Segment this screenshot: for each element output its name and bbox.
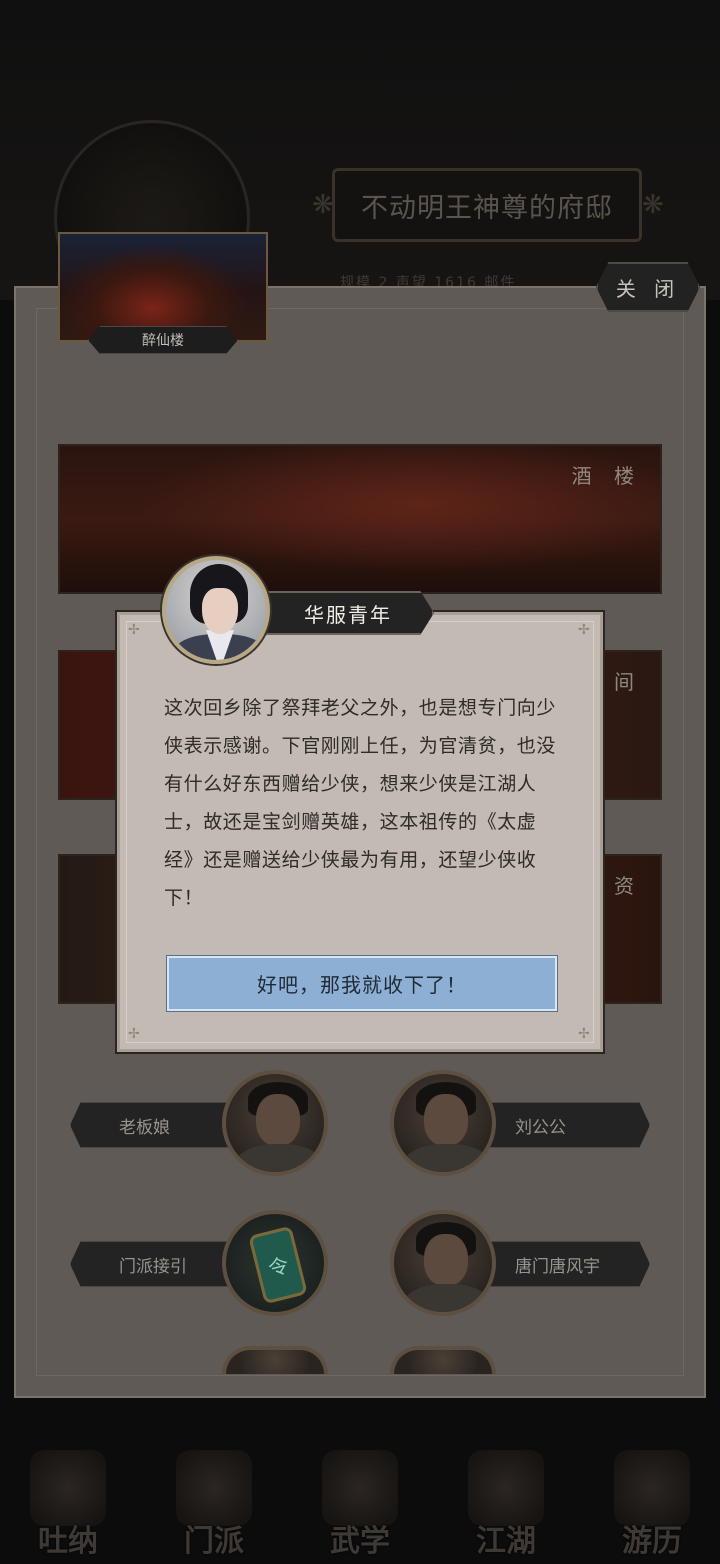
- npc-portrait-tang-fengyu[interactable]: [390, 1210, 496, 1316]
- npc-tag-tang-fengyu[interactable]: 唐门唐风宇: [470, 1241, 650, 1287]
- portrait-body: [402, 1284, 492, 1312]
- location-name: 醉仙楼: [88, 326, 238, 354]
- nav-label: 游历: [622, 1524, 682, 1559]
- corner-ornament-icon: ✢: [578, 622, 590, 638]
- meditation-icon: [30, 1450, 106, 1526]
- nav-jianghu[interactable]: 江湖: [456, 1450, 556, 1559]
- speaker-portrait: [162, 556, 270, 664]
- portrait-face: [202, 588, 238, 634]
- npc-portrait-proprietress[interactable]: [222, 1070, 328, 1176]
- jianghu-icon: [468, 1450, 544, 1526]
- portrait-face: [424, 1094, 468, 1146]
- corner-ornament-icon: ✢: [578, 1026, 590, 1042]
- npc-portrait-sect-guide[interactable]: 令: [222, 1210, 328, 1316]
- nav-label: 江湖: [476, 1524, 536, 1559]
- place-card-inn[interactable]: 酒 楼: [58, 444, 662, 594]
- nav-sect[interactable]: 门派: [164, 1450, 264, 1559]
- nav-label: 吐纳: [38, 1524, 98, 1559]
- dialog-box: ✢ ✢ ✢ ✢ 这次回乡除了祭拜老父之外，也是想专门向少侠表示感谢。下官刚刚上任…: [117, 612, 603, 1052]
- nav-travel[interactable]: 游历: [602, 1450, 702, 1559]
- npc-portrait-partial[interactable]: [390, 1346, 496, 1374]
- npc-tag-eunuch-liu[interactable]: 刘公公: [470, 1102, 650, 1148]
- dialog-text: 这次回乡除了祭拜老父之外，也是想专门向少侠表示感谢。下官刚刚上任，为官清贫，也没…: [164, 697, 557, 909]
- corner-ornament-icon: ✢: [128, 622, 140, 638]
- npc-name: 刘公公: [515, 1117, 566, 1138]
- travel-icon: [614, 1450, 690, 1526]
- nav-label: 武学: [330, 1524, 390, 1559]
- martial-arts-icon: [322, 1450, 398, 1526]
- token-icon: 令: [248, 1225, 308, 1305]
- npc-portrait-partial[interactable]: [222, 1346, 328, 1374]
- nav-meditation[interactable]: 吐纳: [18, 1450, 118, 1559]
- speaker-name: 华服青年: [262, 591, 434, 635]
- corner-ornament-icon: ✢: [128, 1026, 140, 1042]
- nav-label: 门派: [184, 1524, 244, 1559]
- close-button[interactable]: 关 闭: [596, 262, 700, 312]
- nav-martial-arts[interactable]: 武学: [310, 1450, 410, 1559]
- portrait-body: [234, 1144, 324, 1172]
- npc-name: 唐门唐风宇: [515, 1256, 600, 1277]
- npc-name: 门派接引: [119, 1256, 187, 1277]
- bottom-nav: 吐纳 门派 武学 江湖 游历: [0, 1430, 720, 1564]
- npc-portrait-eunuch-liu[interactable]: [390, 1070, 496, 1176]
- confirm-button[interactable]: 好吧，那我就收下了！: [167, 956, 557, 1011]
- sect-icon: [176, 1450, 252, 1526]
- mansion-title: 不动明王神尊的府邸: [332, 168, 642, 242]
- portrait-face: [424, 1234, 468, 1286]
- location-thumbnail: [58, 232, 268, 342]
- npc-name: 老板娘: [119, 1117, 170, 1138]
- portrait-face: [256, 1094, 300, 1146]
- title-left-ornament: ❋: [312, 190, 334, 220]
- title-right-ornament: ❋: [642, 190, 664, 220]
- portrait-body: [402, 1144, 492, 1172]
- place-label-inn: 酒 楼: [571, 464, 642, 488]
